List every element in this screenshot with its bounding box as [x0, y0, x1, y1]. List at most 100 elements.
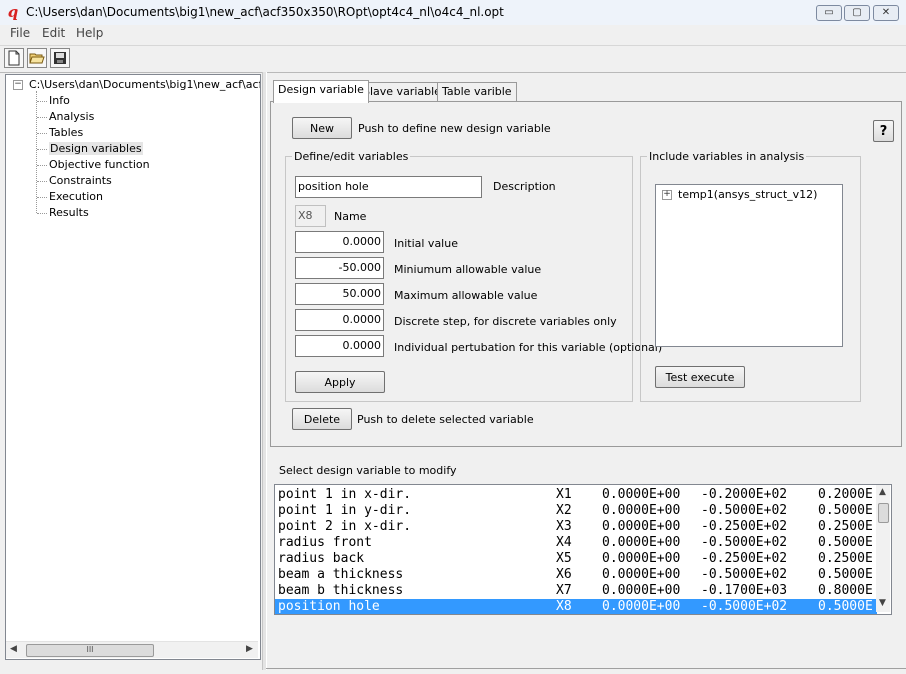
tab-slave-variable[interactable]: Slave variable	[358, 82, 446, 102]
list-row[interactable]: radius front X4 0.0000E+00 -0.5000E+02 0.500…	[275, 535, 877, 551]
tree-item-constraints[interactable]: Constraints	[49, 174, 112, 187]
close-button[interactable]: ✕	[873, 5, 899, 21]
app-icon: q	[7, 3, 19, 21]
open-button[interactable]	[27, 48, 47, 68]
list-cell-min: -0.5000E+02	[701, 599, 788, 614]
minimize-button[interactable]: ▭	[816, 5, 842, 21]
tree-item-tables[interactable]: Tables	[49, 126, 83, 139]
test-execute-button[interactable]: Test execute	[655, 366, 745, 388]
discrete-step-field[interactable]: 0.0000	[295, 309, 384, 331]
menu-help[interactable]: Help	[76, 26, 103, 40]
list-cell-max: 0.5000E	[818, 599, 873, 614]
menu-edit[interactable]: Edit	[42, 26, 65, 40]
tree-line	[37, 165, 47, 166]
list-cell-init: 0.0000E+00	[602, 551, 681, 566]
expand-icon[interactable]: +	[662, 190, 672, 200]
list-cell-min: -0.1700E+03	[701, 583, 788, 598]
project-tree[interactable]: − C:\Users\dan\Documents\big1\new_acf\ac…	[5, 74, 261, 660]
menu-file[interactable]: File	[10, 26, 30, 40]
open-folder-icon	[29, 53, 45, 64]
list-row[interactable]: point 1 in x-dir. X1 0.0000E+00 -0.2000E+02…	[275, 487, 877, 503]
minimize-icon: ▭	[824, 7, 834, 18]
minimum-value-field[interactable]: -50.000	[295, 257, 384, 279]
scroll-left-icon[interactable]: ◀	[10, 644, 17, 654]
list-cell-max: 0.2000E	[818, 487, 873, 502]
list-cell-name: X5	[556, 551, 572, 566]
help-button[interactable]: ?	[873, 120, 894, 142]
maximize-button[interactable]: ▢	[844, 5, 870, 21]
initial-value-label: Initial value	[394, 237, 458, 250]
list-cell-desc: radius back	[278, 551, 365, 566]
list-row[interactable]: position hole X8 0.0000E+00 -0.5000E+02 0.50…	[275, 599, 877, 614]
scroll-up-icon[interactable]: ▲	[879, 487, 886, 497]
list-cell-max: 0.2500E	[818, 519, 873, 534]
list-row[interactable]: point 1 in y-dir. X2 0.0000E+00 -0.5000E+02…	[275, 503, 877, 519]
list-cell-name: X4	[556, 535, 572, 550]
list-cell-desc: position hole	[278, 599, 380, 614]
description-field[interactable]: position hole	[295, 176, 482, 198]
save-icon	[54, 52, 66, 64]
menu-bar	[0, 25, 906, 44]
scroll-down-icon[interactable]: ▼	[879, 598, 886, 608]
list-cell-name: X6	[556, 567, 572, 582]
initial-value-field[interactable]: 0.0000	[295, 231, 384, 253]
tree-item-objective-function[interactable]: Objective function	[49, 158, 150, 171]
list-row[interactable]: point 2 in x-dir. X3 0.0000E+00 -0.2500E+02…	[275, 519, 877, 535]
tree-line	[37, 101, 47, 102]
new-button[interactable]: New	[292, 117, 352, 139]
delete-button[interactable]: Delete	[292, 408, 352, 430]
include-variables-tree[interactable]: + temp1(ansys_struct_v12)	[655, 184, 843, 347]
tree-item-design-variables[interactable]: Design variables	[49, 142, 143, 155]
list-cell-max: 0.5000E	[818, 535, 873, 550]
variable-list[interactable]: point 1 in x-dir. X1 0.0000E+00 -0.2000E+02…	[274, 484, 892, 615]
list-cell-init: 0.0000E+00	[602, 599, 681, 614]
toolbar	[0, 45, 906, 73]
discrete-step-label: Discrete step, for discrete variables on…	[394, 315, 617, 328]
tree-line	[37, 133, 47, 134]
delete-hint: Push to delete selected variable	[357, 413, 534, 426]
tab-design-variable[interactable]: Design variable	[273, 80, 369, 103]
scroll-thumb[interactable]	[878, 503, 889, 523]
list-cell-init: 0.0000E+00	[602, 503, 681, 518]
tree-item-execution[interactable]: Execution	[49, 190, 103, 203]
list-cell-desc: beam a thickness	[278, 567, 404, 582]
tree-line	[36, 91, 37, 213]
tree-line	[37, 117, 47, 118]
list-cell-init: 0.0000E+00	[602, 519, 681, 534]
maximum-value-field[interactable]: 50.000	[295, 283, 384, 305]
tree-line	[37, 181, 47, 182]
scroll-thumb[interactable]: III	[26, 644, 154, 657]
list-cell-name: X7	[556, 583, 572, 598]
list-cell-desc: point 1 in y-dir.	[278, 503, 412, 518]
pane-splitter[interactable]	[262, 72, 267, 670]
apply-button[interactable]: Apply	[295, 371, 385, 393]
list-vertical-scrollbar[interactable]: ▲ ▼	[876, 485, 890, 612]
list-cell-min: -0.2000E+02	[701, 487, 788, 502]
save-button[interactable]	[50, 48, 70, 68]
list-cell-desc: radius front	[278, 535, 372, 550]
list-cell-name: X1	[556, 487, 572, 502]
tree-root[interactable]: C:\Users\dan\Documents\big1\new_acf\acf3…	[29, 78, 260, 91]
tab-table-variable[interactable]: Table varible	[437, 82, 517, 102]
tree-item-results[interactable]: Results	[49, 206, 89, 219]
list-cell-max: 0.8000E	[818, 583, 873, 598]
list-cell-min: -0.5000E+02	[701, 535, 788, 550]
minimum-value-label: Miniumum allowable value	[394, 263, 542, 276]
include-item[interactable]: temp1(ansys_struct_v12)	[678, 188, 817, 201]
list-row[interactable]: radius back X5 0.0000E+00 -0.2500E+02 0.2500…	[275, 551, 877, 567]
list-cell-name: X8	[556, 599, 572, 614]
scroll-right-icon[interactable]: ▶	[246, 644, 253, 654]
tree-horizontal-scrollbar[interactable]: ◀ III ▶	[6, 641, 258, 658]
collapse-icon[interactable]: −	[13, 80, 23, 90]
list-cell-name: X2	[556, 503, 572, 518]
tree-item-info[interactable]: Info	[49, 94, 70, 107]
list-cell-init: 0.0000E+00	[602, 567, 681, 582]
new-file-button[interactable]	[4, 48, 24, 68]
list-row[interactable]: beam a thickness X6 0.0000E+00 -0.5000E+02 0…	[275, 567, 877, 583]
list-row[interactable]: beam b thickness X7 0.0000E+00 -0.1700E+03 0…	[275, 583, 877, 599]
perturbation-field[interactable]: 0.0000	[295, 335, 384, 357]
close-icon: ✕	[881, 7, 891, 18]
include-group-label: Include variables in analysis	[647, 150, 807, 163]
list-cell-min: -0.5000E+02	[701, 567, 788, 582]
tree-item-analysis[interactable]: Analysis	[49, 110, 94, 123]
